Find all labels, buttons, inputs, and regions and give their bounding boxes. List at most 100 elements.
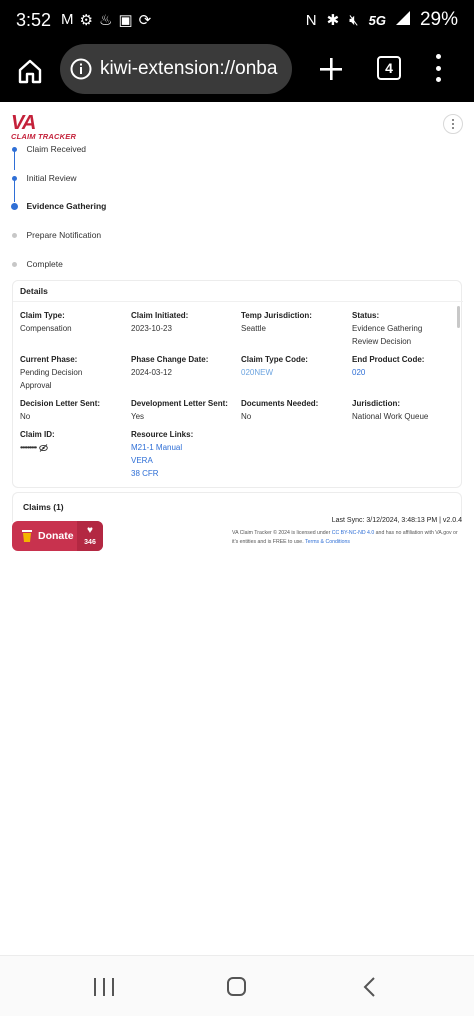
gmail-icon: M [61, 11, 74, 28]
timeline-step-prepare-notification: Prepare Notification [10, 230, 101, 240]
new-tab-button[interactable] [316, 48, 346, 90]
va-claim-tracker-logo[interactable]: VA CLAIM TRACKER [11, 112, 77, 141]
settings-icon: ⚙ [79, 12, 93, 29]
step-label: Complete [26, 259, 63, 269]
donate-button[interactable]: Donate ♥ 346 [12, 521, 103, 551]
license-text-part1: VA Claim Tracker © 2024 is licensed unde… [232, 530, 332, 536]
field-value: Evidence Gathering Review Decision [352, 324, 423, 346]
donate-label: Donate [38, 530, 74, 542]
field-phase-change-date: Phase Change Date: 2024-03-12 [131, 354, 236, 379]
field-end-product-code: End Product Code: 020 [352, 354, 457, 379]
field-claim-id: Claim ID: ••••••••• [20, 429, 125, 454]
resource-link-vera[interactable]: VERA [131, 454, 236, 467]
tab-switcher-button[interactable]: 4 [377, 56, 401, 80]
footer: Last Sync: 3/12/2024, 3:48:13 PM | v2.0.… [232, 517, 462, 547]
recents-button[interactable] [94, 978, 114, 996]
more-options-button[interactable] [443, 114, 463, 134]
claim-id-masked: ••••••••• [20, 443, 37, 452]
field-documents-needed: Documents Needed: No [241, 398, 346, 423]
tab-count: 4 [385, 60, 393, 76]
field-label: Jurisdiction: [352, 399, 401, 408]
home-button[interactable] [0, 58, 60, 84]
logo-sub: CLAIM TRACKER [11, 132, 77, 141]
field-claim-initiated: Claim Initiated: 2023-10-23 [131, 310, 236, 335]
network-type: 5G [368, 12, 386, 28]
status-bar: 3:52 M ⚙ ♨ ▣ ⟳ N ✱ 🔇︎ 5G 29% [0, 0, 474, 40]
signal-icon [395, 11, 410, 29]
field-value: ••••••••• [20, 441, 125, 454]
field-label: Claim Type: [20, 311, 65, 320]
field-resource-links: Resource Links: M21-1 Manual VERA 38 CFR [131, 429, 236, 480]
system-navigation-bar [0, 955, 474, 1016]
field-value: 2023-10-23 [131, 324, 172, 333]
details-grid[interactable]: Claim Type: Compensation Claim Initiated… [13, 301, 463, 488]
gallery-icon: ▣ [118, 12, 133, 29]
field-label: Claim Type Code: [241, 355, 308, 364]
mute-icon: 🔇︎ [349, 11, 359, 29]
bluetooth-icon: ✱ [326, 12, 340, 29]
field-value: Compensation [20, 324, 72, 333]
timeline-step-complete: Complete [10, 259, 63, 269]
details-card: Details Claim Type: Compensation Claim I… [12, 280, 463, 488]
status-time: 3:52 [16, 9, 52, 30]
field-label: Claim ID: [20, 430, 55, 439]
field-value: Yes [131, 412, 145, 421]
field-value: Pending Decision Approval [20, 368, 83, 390]
home-icon [18, 59, 42, 84]
eye-off-icon[interactable] [39, 443, 48, 452]
details-scrollbar[interactable] [457, 306, 460, 328]
sync-icon: ⟳ [138, 12, 152, 29]
field-value: No [241, 412, 252, 421]
claim-type-code-link[interactable]: 020NEW [241, 366, 346, 379]
field-label: Resource Links: [131, 430, 194, 439]
coffee-cup-icon [20, 529, 34, 543]
browser-toolbar: kiwi-extension://onba 4 [0, 40, 474, 102]
field-claim-type: Claim Type: Compensation [20, 310, 125, 335]
license-text: VA Claim Tracker © 2024 is licensed unde… [232, 529, 462, 547]
timeline-step-evidence-gathering: Evidence Gathering [10, 201, 106, 211]
logo-main: VA [11, 112, 36, 134]
field-current-phase: Current Phase: Pending Decision Approval [20, 354, 110, 392]
field-jurisdiction: Jurisdiction: National Work Queue [352, 398, 457, 423]
nfc-icon: N [305, 11, 317, 29]
field-label: Current Phase: [20, 355, 78, 364]
end-product-code-link[interactable]: 020 [352, 366, 457, 379]
field-label: Status: [352, 311, 380, 320]
field-value: National Work Queue [352, 412, 429, 421]
heart-icon: ♥ [87, 525, 93, 536]
plus-icon [320, 58, 342, 80]
field-label: Phase Change Date: [131, 355, 209, 364]
back-button[interactable] [360, 976, 380, 998]
address-bar[interactable]: kiwi-extension://onba [60, 44, 292, 94]
license-link[interactable]: CC BY-NC-ND 4.0 [332, 530, 374, 536]
field-value: No [20, 412, 31, 421]
info-icon[interactable] [70, 58, 92, 80]
field-label: Development Letter Sent: [131, 399, 228, 408]
field-label: Claim Initiated: [131, 311, 189, 320]
field-development-letter-sent: Development Letter Sent: Yes [131, 398, 239, 423]
terms-link[interactable]: Terms & Conditions [305, 539, 350, 545]
step-label: Claim Received [26, 144, 87, 154]
timeline-step-initial-review: Initial Review [10, 173, 77, 183]
step-dot-current [10, 202, 18, 210]
field-status: Status: Evidence Gathering Review Decisi… [352, 310, 442, 348]
browser-menu-button[interactable] [430, 54, 446, 82]
home-nav-button[interactable] [227, 977, 246, 996]
donate-count: 346 [84, 539, 96, 546]
url-text: kiwi-extension://onba [100, 58, 278, 79]
step-dot [11, 146, 17, 152]
field-decision-letter-sent: Decision Letter Sent: No [20, 398, 125, 423]
last-sync: Last Sync: 3/12/2024, 3:48:13 PM | v2.0.… [331, 517, 462, 524]
field-claim-type-code: Claim Type Code: 020NEW [241, 354, 346, 379]
field-label: Decision Letter Sent: [20, 399, 101, 408]
fire-icon: ♨ [99, 12, 113, 29]
resource-link-m21-1[interactable]: M21-1 Manual [131, 441, 236, 454]
step-label: Prepare Notification [26, 230, 102, 240]
resource-link-38-cfr[interactable]: 38 CFR [131, 467, 236, 480]
field-temp-jurisdiction: Temp Jurisdiction: Seattle [241, 310, 346, 335]
donate-count-badge: ♥ 346 [77, 521, 103, 551]
field-label: Temp Jurisdiction: [241, 311, 312, 320]
step-dot [11, 175, 17, 181]
field-label: Documents Needed: [241, 399, 319, 408]
page-content: VA CLAIM TRACKER Claim Received Initial … [0, 102, 474, 955]
